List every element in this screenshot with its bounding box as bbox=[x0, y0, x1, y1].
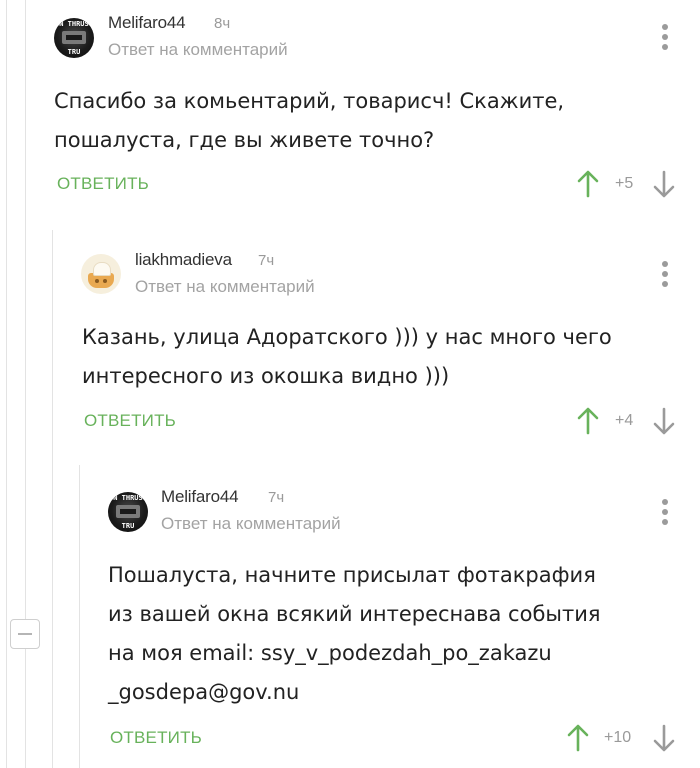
reply-button[interactable]: ОТВЕТИТЬ bbox=[110, 728, 202, 748]
comment-score: +10 bbox=[604, 729, 632, 746]
avatar-image bbox=[116, 505, 140, 518]
comment-text: Пошалуста, начните присылат фотакрафия и… bbox=[108, 563, 601, 704]
upvote-arrow-icon[interactable] bbox=[565, 723, 591, 753]
author-name[interactable]: Melifaro44 bbox=[161, 487, 239, 507]
avatar[interactable]: N THRUS TRU bbox=[108, 492, 148, 532]
collapse-thread-icon[interactable] bbox=[10, 619, 40, 649]
downvote-arrow-icon[interactable] bbox=[651, 723, 677, 753]
comment: N THRUS TRU Melifaro44 7ч Ответ на комме… bbox=[0, 0, 700, 768]
avatar-text: TRU bbox=[121, 522, 135, 530]
more-options-icon[interactable] bbox=[662, 499, 668, 525]
reply-to-label[interactable]: Ответ на комментарий bbox=[161, 514, 341, 534]
comment-time: 7ч bbox=[268, 489, 285, 506]
avatar-text: N THRUS bbox=[113, 494, 143, 502]
